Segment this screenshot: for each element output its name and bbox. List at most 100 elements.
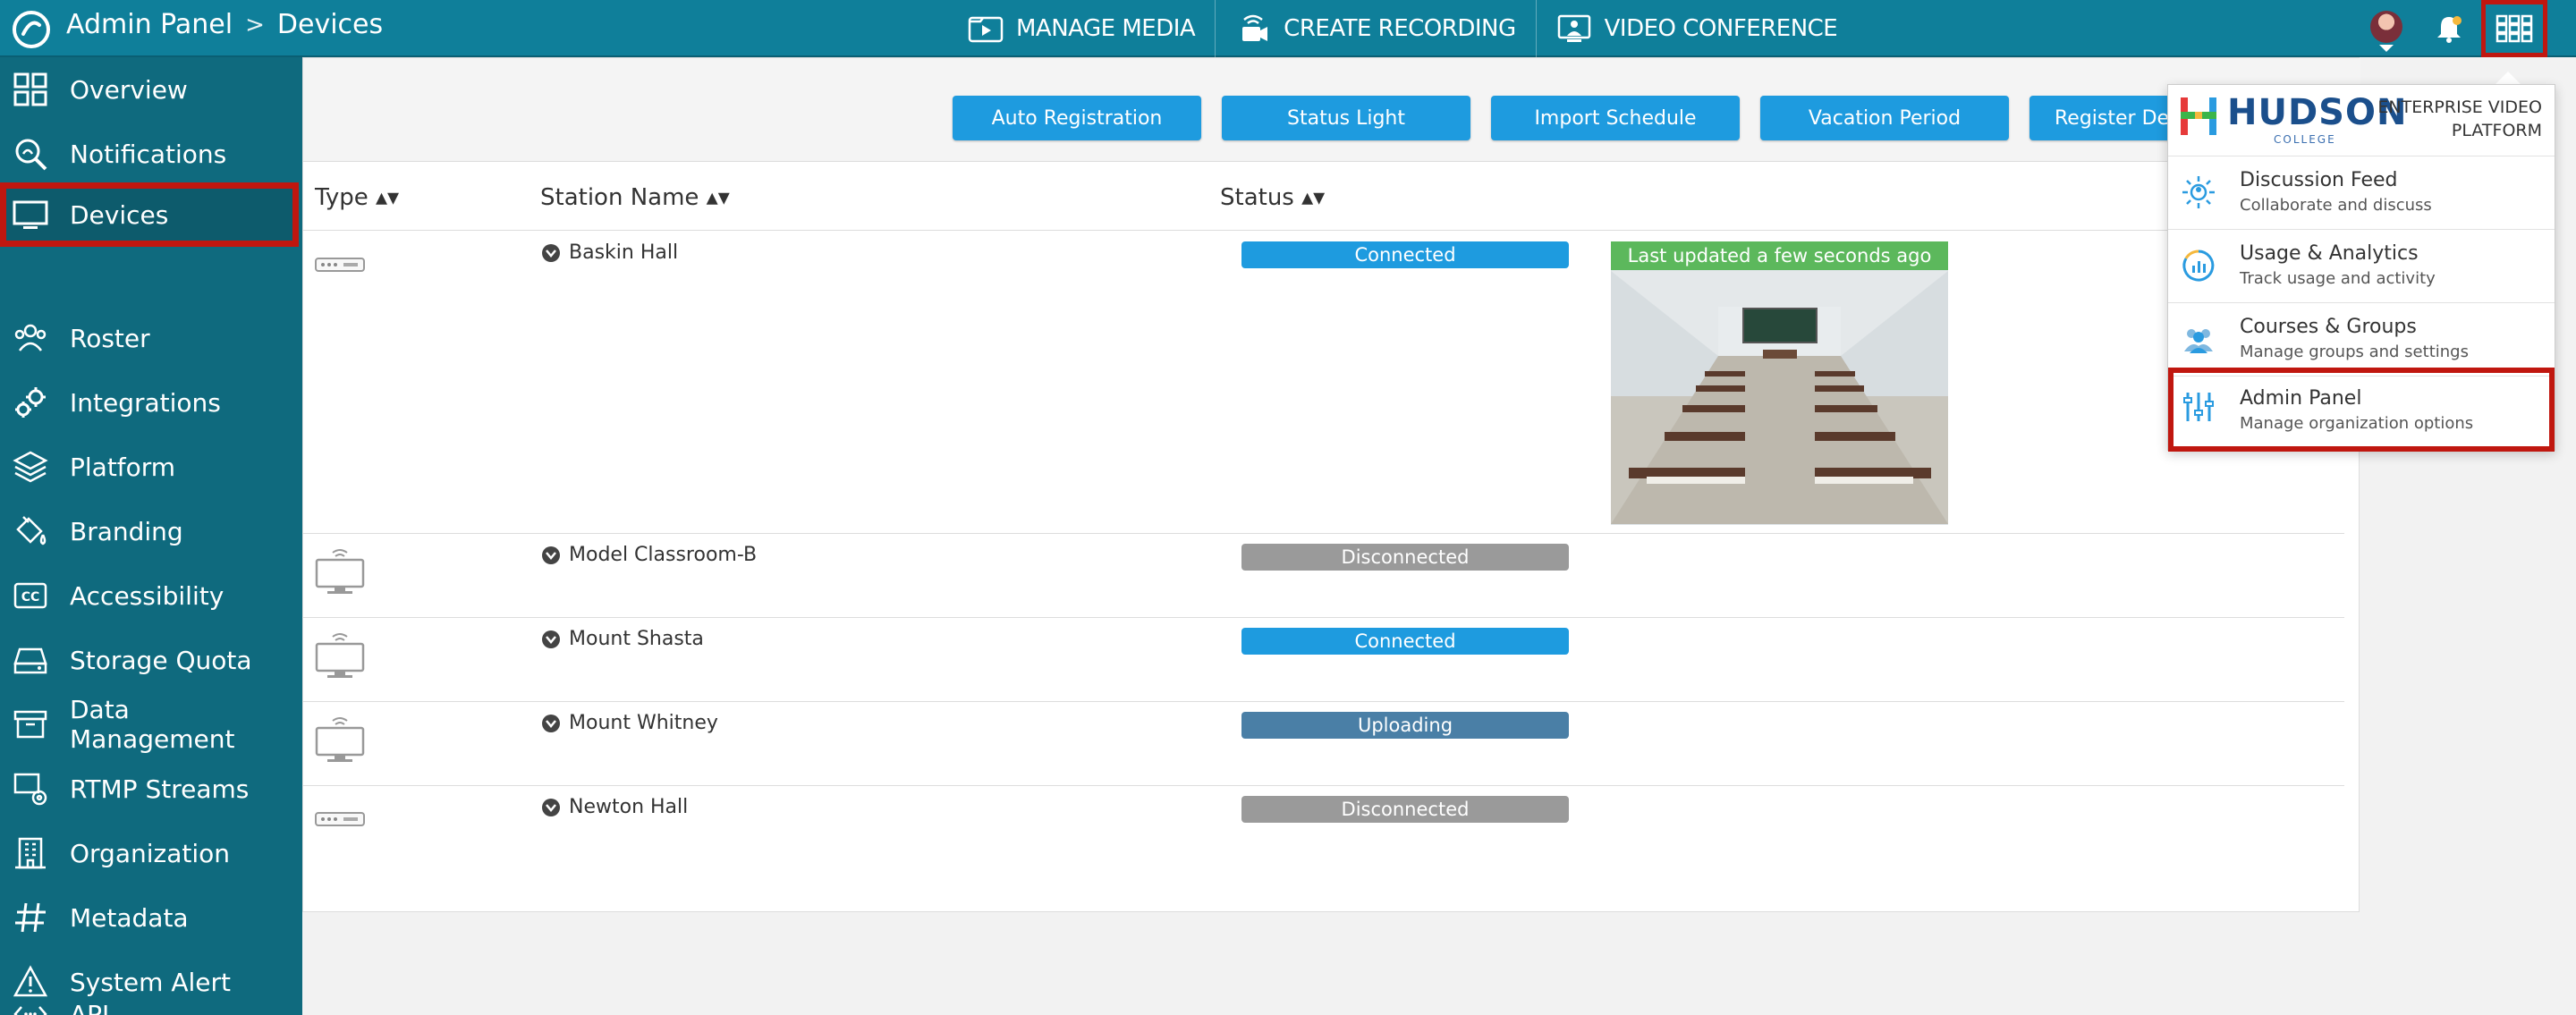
groups-icon (2184, 329, 2213, 353)
divider (302, 617, 2344, 618)
menu-item-discussion-feed[interactable]: Discussion Feed Collaborate and discuss (2168, 156, 2555, 230)
sidebar-item-overview[interactable]: Overview (0, 57, 302, 122)
sidebar-item-integrations[interactable]: Integrations (0, 370, 302, 435)
sidebar-item-branding[interactable]: Branding (0, 499, 302, 563)
archive-icon (11, 705, 50, 744)
sidebar-item-accessibility[interactable]: CC Accessibility (0, 563, 302, 628)
media-folder-icon (968, 16, 1004, 43)
sidebar-item-label: RTMP Streams (70, 774, 250, 804)
admin-sliders-icon (2183, 393, 2214, 421)
building-icon (11, 833, 50, 873)
sidebar-item-label: Organization (70, 838, 231, 868)
menu-item-usage-analytics[interactable]: Usage & Analytics Track usage and activi… (2168, 230, 2555, 303)
sidebar-item-label: Notifications (70, 139, 227, 169)
menu-item-title: Courses & Groups (2240, 316, 2417, 338)
classroom-preview-image[interactable] (1611, 270, 1948, 525)
status-badge: Connected (1241, 628, 1569, 655)
chevron-down-icon[interactable] (542, 546, 560, 564)
sidebar-item-label: Storage Quota (70, 645, 252, 675)
encoder-device-icon (315, 812, 365, 826)
menu-item-admin-panel[interactable]: Admin Panel Manage organization options (2168, 368, 2555, 452)
register-device-button[interactable]: Register Devi (2029, 96, 2190, 140)
platform-line-2: PLATFORM (2451, 121, 2542, 140)
apps-grid-icon (2496, 14, 2533, 43)
stream-icon (11, 769, 50, 808)
menu-item-description: Track usage and activity (2240, 269, 2436, 288)
create-recording-label: CREATE RECORDING (1284, 15, 1516, 42)
dropdown-caret (2496, 72, 2521, 84)
breadcrumb-admin-panel[interactable]: Admin Panel (66, 9, 233, 40)
avatar-caret-icon[interactable] (2379, 45, 2394, 52)
bell-icon[interactable] (2433, 13, 2465, 45)
sidebar-item-data-management[interactable]: Data Management (0, 692, 302, 757)
station-name[interactable]: Mount Whitney (569, 712, 718, 734)
top-bar: Admin Panel > Devices MANAGE MEDIA CREAT… (0, 0, 2576, 57)
menu-item-title: Discussion Feed (2240, 169, 2398, 191)
monitor-device-icon (315, 549, 365, 594)
paint-bucket-icon (11, 512, 50, 551)
video-conference-button[interactable]: VIDEO CONFERENCE (1537, 0, 1858, 57)
chevron-down-icon[interactable] (542, 243, 560, 262)
sidebar-item-platform[interactable]: Platform (0, 435, 302, 499)
platform-line-1: ENTERPRISE VIDEO (2377, 97, 2542, 117)
column-type-header[interactable]: Type ▴▾ (315, 184, 399, 211)
chevron-down-icon[interactable] (542, 630, 560, 648)
station-name[interactable]: Baskin Hall (569, 241, 678, 264)
monitor-device-icon (315, 633, 365, 678)
dropdown-header: HUDSON COLLEGE ENTERPRISE VIDEO PLATFORM (2168, 85, 2555, 156)
drive-icon (11, 640, 50, 680)
sidebar-item-label: Data Management (69, 695, 235, 754)
menu-item-description: Collaborate and discuss (2240, 196, 2432, 215)
sidebar-item-metadata[interactable]: Metadata (0, 885, 302, 950)
menu-item-title: Admin Panel (2240, 387, 2362, 410)
station-name[interactable]: Model Classroom-B (569, 544, 757, 566)
chevron-down-icon[interactable] (542, 714, 560, 732)
status-light-button[interactable]: Status Light (1222, 96, 1470, 140)
station-name[interactable]: Newton Hall (569, 796, 688, 818)
monitor-icon (11, 195, 50, 234)
sidebar-item-rtmp-streams[interactable]: RTMP Streams (0, 757, 302, 821)
sidebar-item-label: API (70, 999, 110, 1015)
create-recording-button[interactable]: CREATE RECORDING (1216, 0, 1537, 57)
sidebar-item-label: Overview (70, 74, 188, 105)
sidebar-item-roster[interactable]: Roster (0, 306, 302, 370)
manage-media-button[interactable]: MANAGE MEDIA (948, 0, 1216, 57)
sidebar-item-devices[interactable]: Devices (0, 182, 299, 247)
divider (302, 230, 2344, 231)
video-conference-icon (1557, 14, 1590, 42)
menu-item-description: Manage organization options (2240, 414, 2474, 433)
app-logo-icon[interactable] (11, 9, 52, 50)
video-conference-label: VIDEO CONFERENCE (1604, 15, 1838, 42)
chevron-down-icon[interactable] (542, 798, 560, 816)
user-avatar[interactable] (2370, 11, 2402, 43)
cc-icon: CC (11, 576, 50, 615)
sidebar-item-notifications[interactable]: Notifications (0, 122, 302, 186)
sidebar-item-label: Devices (70, 199, 169, 230)
sidebar-item-storage-quota[interactable]: Storage Quota (0, 628, 302, 692)
status-badge: Disconnected (1241, 544, 1569, 571)
column-station-name-header[interactable]: Station Name ▴▾ (540, 184, 730, 211)
sidebar: Overview Notifications Devices Roster In… (0, 57, 302, 1015)
divider (302, 785, 2344, 786)
station-name-cell: Newton Hall (542, 796, 688, 818)
station-name[interactable]: Mount Shasta (569, 628, 704, 650)
menu-item-courses-groups[interactable]: Courses & Groups Manage groups and setti… (2168, 303, 2555, 376)
divider (302, 701, 2344, 702)
svg-text:CC: CC (21, 590, 40, 605)
people-icon (11, 318, 50, 358)
grid-icon (11, 70, 50, 109)
sidebar-item-label: Integrations (70, 387, 221, 418)
apps-dropdown-menu: HUDSON COLLEGE ENTERPRISE VIDEO PLATFORM… (2167, 84, 2555, 452)
sidebar-item-organization[interactable]: Organization (0, 821, 302, 885)
breadcrumb: Admin Panel > Devices (66, 9, 383, 40)
import-schedule-button[interactable]: Import Schedule (1491, 96, 1740, 140)
hudson-logo-icon (2181, 97, 2216, 135)
column-status-header[interactable]: Status ▴▾ (1220, 184, 1325, 211)
encoder-device-icon (315, 258, 365, 272)
vacation-period-button[interactable]: Vacation Period (1760, 96, 2009, 140)
platform-label: ENTERPRISE VIDEO PLATFORM (2377, 96, 2542, 142)
auto-registration-button[interactable]: Auto Registration (953, 96, 1201, 140)
menu-item-title: Usage & Analytics (2240, 242, 2419, 265)
apps-grid-button[interactable] (2481, 0, 2547, 57)
code-icon (11, 994, 50, 1015)
